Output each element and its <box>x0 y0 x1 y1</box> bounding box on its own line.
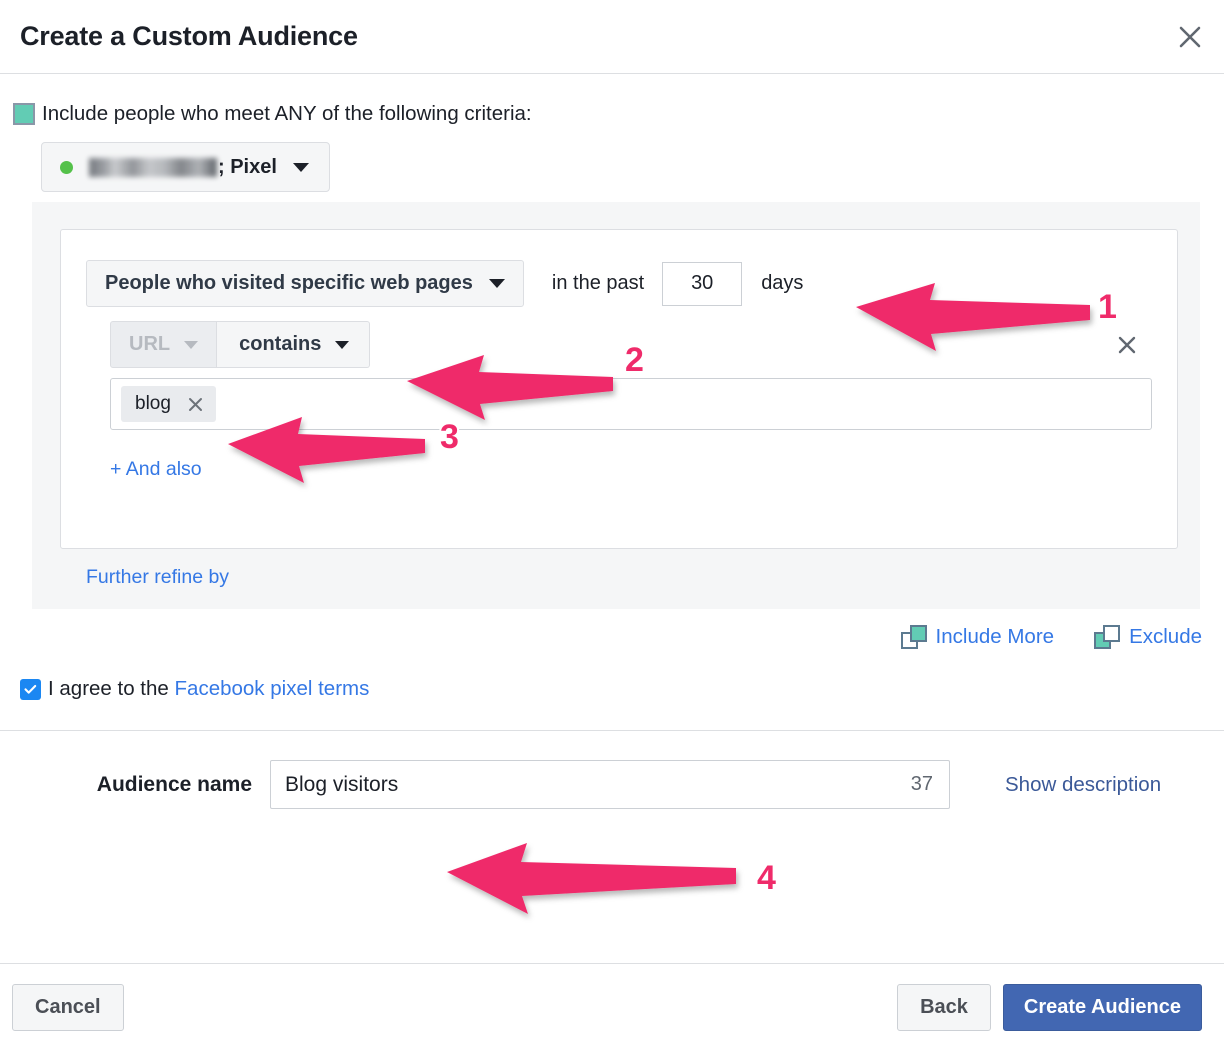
filter-field-dropdown[interactable]: URL <box>110 321 218 368</box>
facebook-pixel-terms-link[interactable]: Facebook pixel terms <box>175 677 370 700</box>
rule-row-event: People who visited specific web pages in… <box>86 260 1152 307</box>
pixel-name-redacted <box>89 157 217 177</box>
retention-unit-label: days <box>761 272 804 294</box>
terms-checkbox[interactable] <box>20 678 41 700</box>
filter-value-text: blog <box>135 393 171 414</box>
audience-actions-row: Include More Exclude <box>0 609 1224 649</box>
exclude-button[interactable]: Exclude <box>1094 625 1202 649</box>
include-criteria-row: Include people who meet ANY of the follo… <box>0 74 1224 126</box>
rule-row-filter: URL contains <box>86 321 1152 368</box>
include-checkbox-icon[interactable] <box>13 103 35 125</box>
filter-operator-label: contains <box>239 333 322 355</box>
exclude-label: Exclude <box>1129 625 1202 648</box>
green-status-dot-icon <box>60 160 73 174</box>
footer-actions: Back Create Audience <box>897 983 1202 1031</box>
add-rule-button[interactable]: + And also <box>110 458 202 481</box>
event-type-dropdown[interactable]: People who visited specific web pages <box>86 260 524 307</box>
page-title: Create a Custom Audience <box>20 21 358 51</box>
include-more-button[interactable]: Include More <box>900 625 1055 649</box>
include-criteria-label: Include people who meet ANY of the follo… <box>42 102 532 125</box>
annotation-number-4: 4 <box>755 859 778 897</box>
event-type-label: People who visited specific web pages <box>105 272 473 294</box>
dialog-footer: Cancel Back Create Audience <box>0 964 1224 1050</box>
further-refine-link[interactable]: Further refine by <box>86 566 229 589</box>
chevron-down-icon <box>335 340 350 349</box>
audience-name-input[interactable] <box>271 761 949 808</box>
filter-values-input[interactable]: blog <box>110 378 1152 430</box>
show-description-link[interactable]: Show description <box>1005 773 1161 797</box>
filter-operator-dropdown[interactable]: contains <box>217 321 371 368</box>
pixel-source-dropdown[interactable]: ; Pixel <box>41 142 330 192</box>
dialog-body: Include people who meet ANY of the follo… <box>0 74 1224 809</box>
dialog-header: Create a Custom Audience <box>0 0 1224 74</box>
cancel-button[interactable]: Cancel <box>12 983 124 1031</box>
criteria-panel: People who visited specific web pages in… <box>32 202 1200 609</box>
retention-days-input[interactable] <box>662 261 743 306</box>
chevron-down-icon <box>292 162 309 172</box>
terms-agreement-row: I agree to the Facebook pixel terms <box>0 649 1224 701</box>
retention-prefix-label: in the past <box>551 272 645 294</box>
pixel-selector-wrap: ; Pixel <box>0 126 1224 192</box>
chevron-down-icon <box>184 340 199 349</box>
remove-tag-icon[interactable] <box>187 396 204 413</box>
create-audience-button[interactable]: Create Audience <box>1002 983 1202 1031</box>
audience-name-label: Audience name <box>96 772 252 796</box>
terms-text: I agree to the Facebook pixel terms <box>48 677 369 701</box>
pixel-suffix-label: ; Pixel <box>218 155 277 178</box>
filter-segmented-control: URL contains <box>110 321 371 368</box>
include-more-label: Include More <box>935 625 1055 648</box>
remove-filter-row-button[interactable] <box>1112 330 1142 360</box>
back-button[interactable]: Back <box>897 983 991 1031</box>
filter-field-label: URL <box>129 333 171 355</box>
close-icon[interactable] <box>1172 19 1208 55</box>
overlapping-squares-include-icon <box>900 625 927 649</box>
overlapping-squares-exclude-icon <box>1094 625 1121 649</box>
filter-value-tag: blog <box>121 386 216 422</box>
chevron-down-icon <box>488 279 505 288</box>
criteria-card: People who visited specific web pages in… <box>60 229 1178 549</box>
audience-name-row: Audience name 37 Show description <box>0 731 1224 809</box>
audience-name-char-count: 37 <box>910 773 933 795</box>
terms-text-prefix: I agree to the <box>48 677 175 700</box>
audience-name-field[interactable]: 37 <box>270 760 950 809</box>
